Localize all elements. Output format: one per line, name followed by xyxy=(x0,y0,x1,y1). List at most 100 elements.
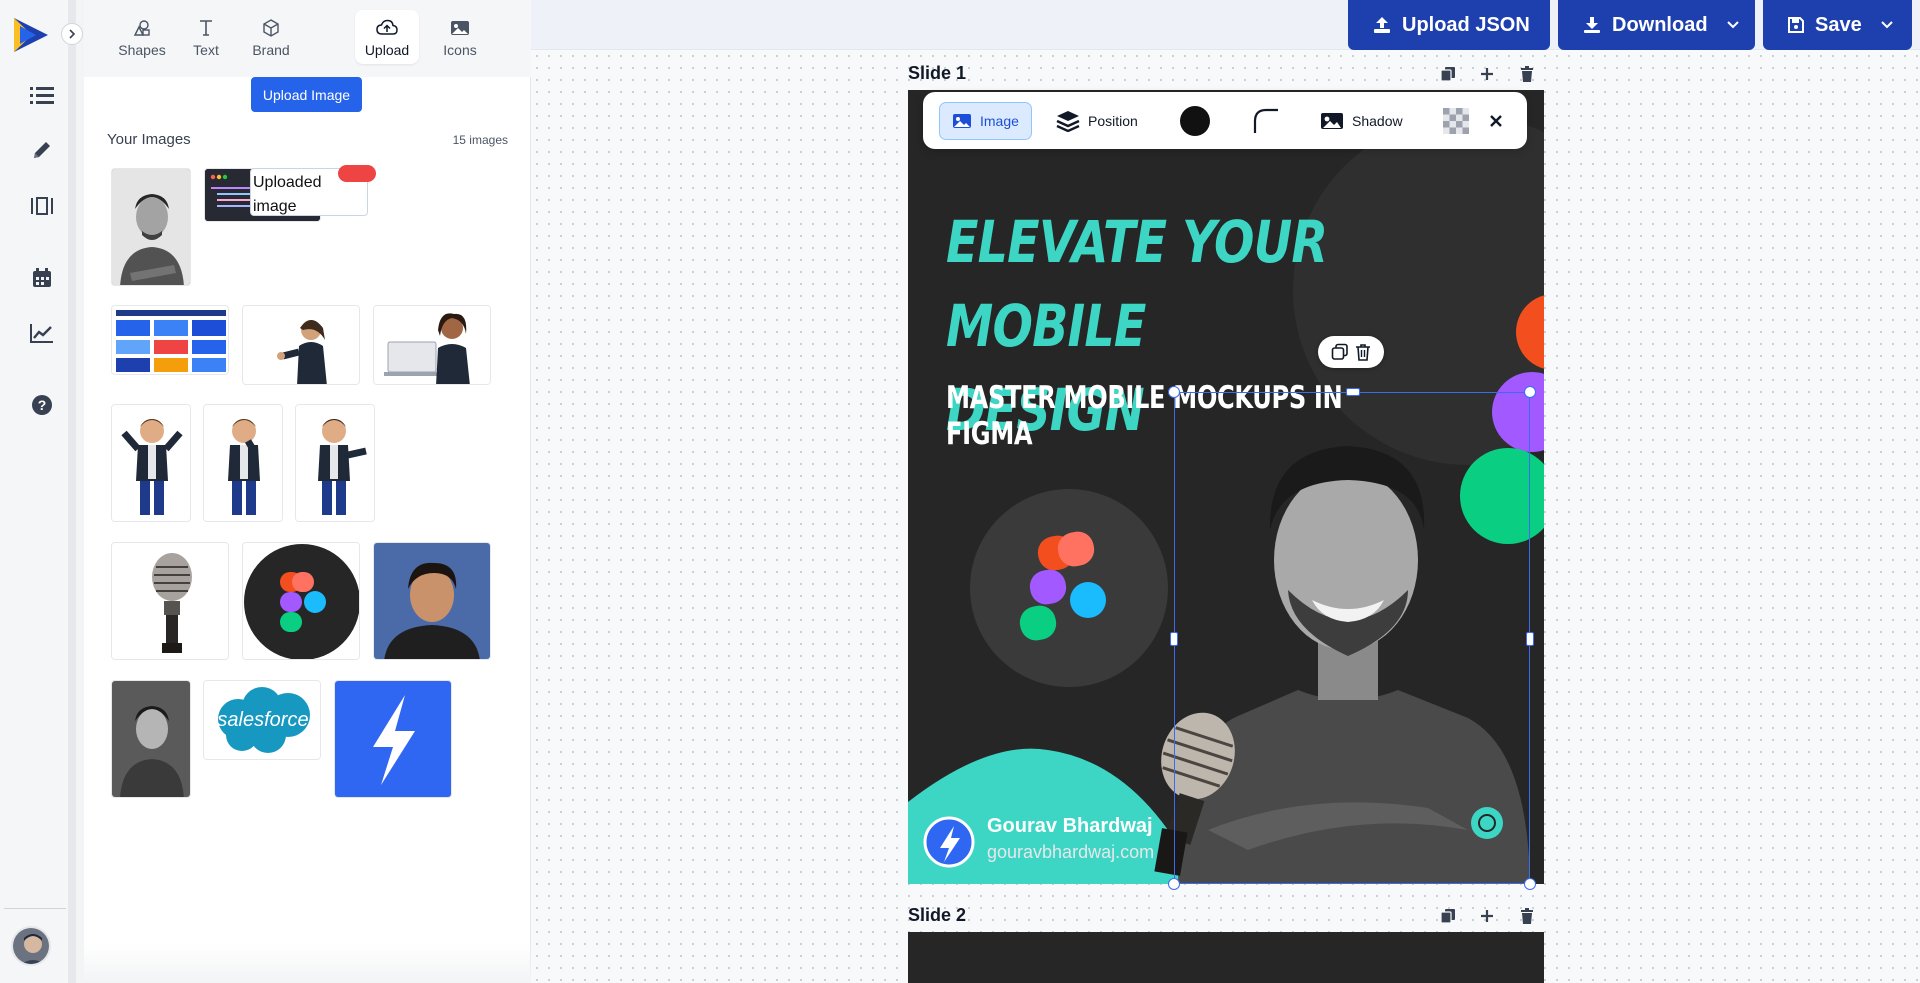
image-thumb-cartoon-man-thinking[interactable] xyxy=(203,404,283,522)
delete-image-badge[interactable] xyxy=(338,165,376,182)
toolbar-image-button[interactable]: Image xyxy=(939,102,1032,140)
image-thumb-dashboard[interactable] xyxy=(111,305,229,375)
slide-1-label: Slide 1 xyxy=(908,63,967,83)
resize-handle-top-left[interactable] xyxy=(1168,386,1180,398)
rail-edit-button[interactable] xyxy=(26,134,58,166)
author-website[interactable]: gouravbhardwaj.com xyxy=(987,842,1154,863)
svg-text:?: ? xyxy=(38,397,47,413)
toolbar-position-label: Position xyxy=(1088,113,1138,129)
circle-shape-icon xyxy=(1180,106,1210,136)
tab-text-label: Text xyxy=(193,42,219,58)
delete-slide-2-button[interactable] xyxy=(1516,905,1538,927)
rail-analytics-button[interactable] xyxy=(26,317,58,349)
toolbar-corner-radius-button[interactable] xyxy=(1252,102,1280,140)
trash-icon xyxy=(1521,908,1533,924)
toolbar-transparency-button[interactable] xyxy=(1443,102,1469,140)
resize-handle-right[interactable] xyxy=(1526,632,1534,646)
element-quick-actions xyxy=(1318,336,1384,368)
copy-icon xyxy=(1440,67,1455,82)
tab-text[interactable]: Text xyxy=(178,10,234,64)
download-button[interactable]: Download xyxy=(1558,0,1755,50)
upload-json-label: Upload JSON xyxy=(1402,13,1530,36)
image-thumb-cartoon-woman-pointing[interactable] xyxy=(242,305,360,385)
tab-brand[interactable]: Brand xyxy=(243,10,299,64)
chart-line-icon xyxy=(30,324,53,343)
tab-icons[interactable]: Icons xyxy=(432,10,488,64)
download-icon xyxy=(1584,17,1600,33)
image-thumb-cartoon-man-pointing[interactable] xyxy=(295,404,375,522)
columns-icon xyxy=(31,197,53,215)
collapse-sidebar-button[interactable] xyxy=(61,23,83,45)
add-slide-1-button[interactable] xyxy=(1476,63,1498,85)
save-button[interactable]: Save xyxy=(1763,0,1912,50)
rail-help-button[interactable]: ? xyxy=(26,389,58,421)
corner-radius-icon xyxy=(1253,108,1278,133)
image-thumb-figma-logo[interactable] xyxy=(242,542,360,660)
resize-handle-bottom-left[interactable] xyxy=(1168,878,1180,890)
download-label: Download xyxy=(1612,13,1708,36)
your-images-heading: Your Images xyxy=(107,131,191,148)
plus-icon xyxy=(1481,68,1493,80)
image-thumb-portrait-bw[interactable] xyxy=(111,168,191,286)
tab-upload-label: Upload xyxy=(364,42,410,58)
toolbar-shape-circle-button[interactable] xyxy=(1179,102,1211,140)
cube-icon xyxy=(263,19,279,37)
image-icon xyxy=(451,21,469,35)
add-slide-2-button[interactable] xyxy=(1476,905,1498,927)
list-icon xyxy=(30,87,54,104)
text-icon xyxy=(200,20,212,36)
save-label: Save xyxy=(1815,13,1862,36)
resize-handle-top[interactable] xyxy=(1346,388,1360,396)
resize-handle-left[interactable] xyxy=(1170,632,1178,646)
image-thumb-cartoon-woman-laptop[interactable] xyxy=(373,305,491,385)
tab-shapes-label: Shapes xyxy=(118,42,166,58)
user-avatar[interactable] xyxy=(11,926,51,966)
plus-icon xyxy=(1481,910,1493,922)
rail-list-button[interactable] xyxy=(26,79,58,111)
toolbar-position-button[interactable]: Position xyxy=(1056,102,1138,140)
image-thumb-cartoon-man-waving[interactable] xyxy=(111,404,191,522)
resize-handle-bottom-right[interactable] xyxy=(1524,878,1536,890)
toolbar-image-label: Image xyxy=(980,113,1019,129)
toolbar-close-button[interactable] xyxy=(1489,102,1503,140)
upload-json-button[interactable]: Upload JSON xyxy=(1348,0,1550,50)
image-thumb-microphone[interactable] xyxy=(111,542,229,660)
tab-shapes[interactable]: Shapes xyxy=(114,10,170,64)
rail-calendar-button[interactable] xyxy=(26,262,58,294)
toolbar-shadow-label: Shadow xyxy=(1352,113,1403,129)
image-thumb-portrait-color[interactable] xyxy=(373,542,491,660)
pen-icon xyxy=(34,142,50,158)
image-thumb-salesforce-logo[interactable]: salesforce xyxy=(203,680,321,760)
upload-image-button[interactable]: Upload Image xyxy=(251,77,362,112)
app-rail: ? xyxy=(0,0,83,983)
image-count: 15 images xyxy=(452,133,508,147)
layers-icon xyxy=(1056,111,1080,132)
toolbar-shadow-button[interactable]: Shadow xyxy=(1320,102,1403,140)
calendar-icon xyxy=(33,268,51,287)
delete-element-icon[interactable] xyxy=(1355,343,1371,361)
image-icon xyxy=(953,114,971,128)
image-thumb-portrait-bw-2[interactable] xyxy=(111,680,191,798)
duplicate-slide-2-button[interactable] xyxy=(1437,905,1459,927)
chevron-down-icon xyxy=(1881,21,1893,29)
image-selection-box[interactable] xyxy=(1168,386,1536,890)
tab-upload[interactable]: Upload xyxy=(355,10,419,64)
rail-divider xyxy=(4,908,66,909)
panel-tabs: Shapes Text Brand Upload Icons xyxy=(84,0,531,77)
duplicate-element-icon[interactable] xyxy=(1331,343,1349,361)
panel-bottom-fade xyxy=(84,943,531,983)
rail-carousel-button[interactable] xyxy=(26,190,58,222)
chevron-down-icon xyxy=(1726,21,1739,29)
author-name[interactable]: Gourav Bhardwaj xyxy=(987,815,1153,838)
slide-2-canvas[interactable] xyxy=(908,932,1544,983)
app-logo[interactable] xyxy=(10,14,52,56)
image-thumb-bolt-logo[interactable] xyxy=(334,680,452,798)
transparency-icon xyxy=(1443,108,1469,134)
copy-icon xyxy=(1440,909,1455,924)
delete-slide-1-button[interactable] xyxy=(1516,63,1538,85)
help-icon: ? xyxy=(32,395,52,415)
close-icon xyxy=(1490,115,1502,127)
duplicate-slide-1-button[interactable] xyxy=(1437,63,1459,85)
tab-brand-label: Brand xyxy=(252,42,290,58)
resize-handle-top-right[interactable] xyxy=(1524,386,1536,398)
